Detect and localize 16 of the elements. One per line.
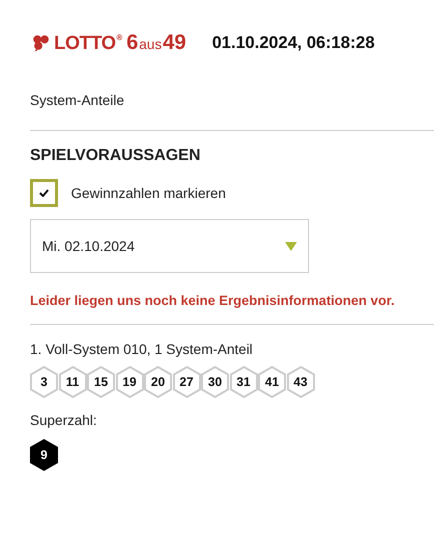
section-title: System-Anteile <box>30 92 126 108</box>
logo-six: 6 <box>126 31 138 55</box>
superzahl-label: Superzahl: <box>30 412 98 428</box>
logo-word: LOTTO <box>54 33 116 55</box>
checkmark-icon <box>39 189 49 197</box>
logo-aus: aus <box>139 36 162 52</box>
system-title: 1. Voll-System 010, 1 System-Anteil <box>30 341 254 357</box>
date-time: 01.10.2024, 06:18:28 <box>212 33 375 53</box>
registered-mark: ® <box>116 33 122 42</box>
checkbox-label: Gewinnzahlen markieren <box>71 185 226 201</box>
logo-number: 49 <box>162 31 186 55</box>
date-dropdown[interactable]: Mi. 02.10.2024 <box>30 219 309 273</box>
error-message: Leider liegen uns noch keine Ergebnisinformationen vor. <box>30 293 396 308</box>
checkbox[interactable] <box>30 179 58 207</box>
predictions-title: SPIELVORAUSSAGEN <box>30 147 202 165</box>
dropdown-caret-icon <box>285 242 297 250</box>
